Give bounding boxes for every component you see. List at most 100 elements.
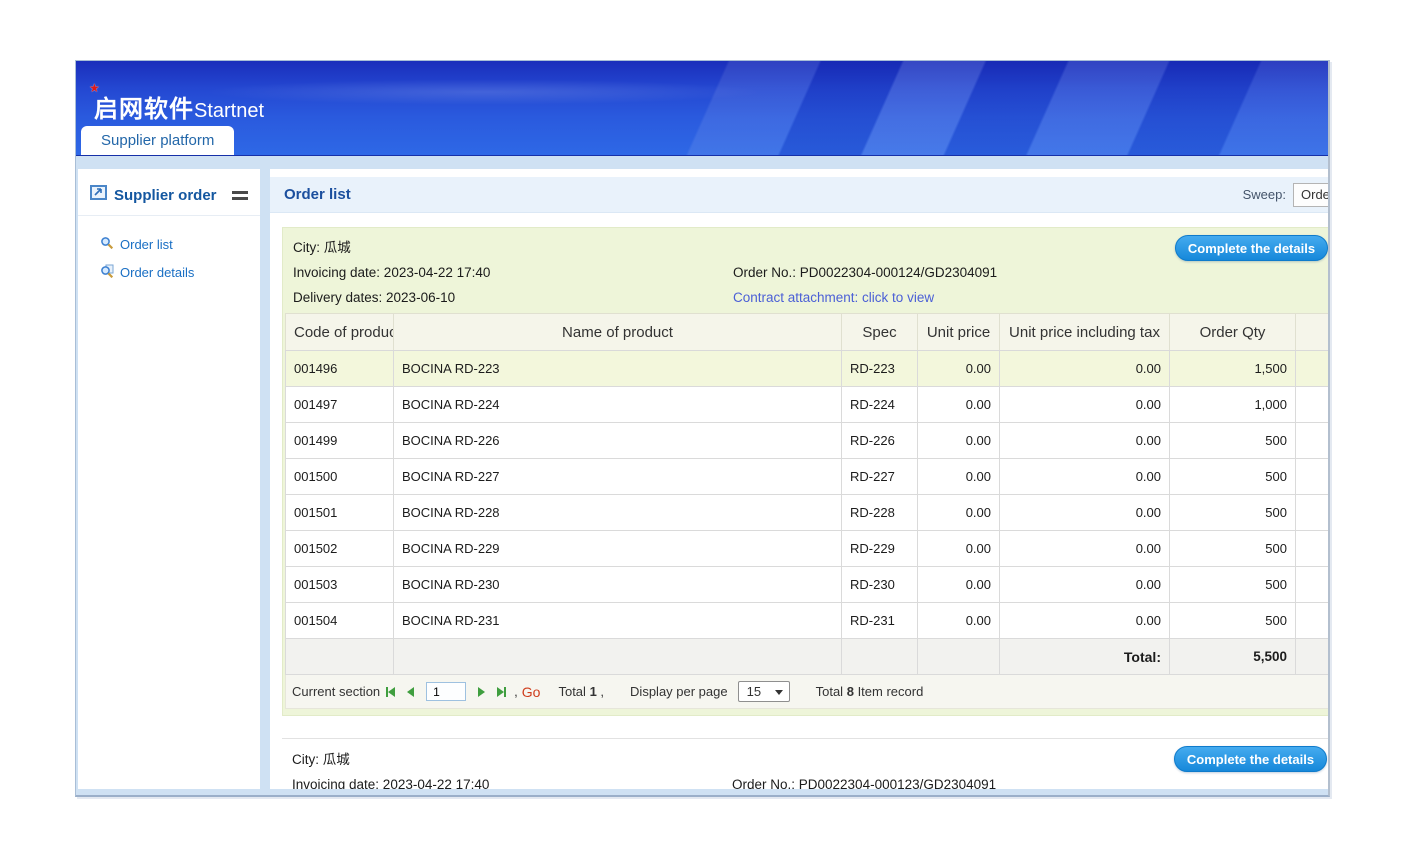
- main-panel: Order list Sweep: Orde City: 瓜城 Invoicin…: [270, 169, 1328, 789]
- cell-code: 001503: [286, 567, 394, 603]
- total-qty: 5,500: [1170, 639, 1296, 675]
- cell-spec: RD-228: [842, 495, 918, 531]
- cell-name: BOCINA RD-230: [394, 567, 842, 603]
- cell-extra: [1296, 351, 1329, 387]
- cell-spec: RD-226: [842, 423, 918, 459]
- menu-collapse-icon[interactable]: [232, 188, 248, 203]
- order-table-body: 001496 BOCINA RD-223 RD-223 0.00 0.00 1,…: [286, 351, 1329, 639]
- complete-details-button-1[interactable]: Complete the details: [1175, 235, 1328, 261]
- order-card-1: City: 瓜城 Invoicing date: 2023-04-22 17:4…: [282, 227, 1328, 716]
- next-page-icon[interactable]: [478, 687, 485, 697]
- order1-info: City: 瓜城 Invoicing date: 2023-04-22 17:4…: [283, 228, 1328, 313]
- logo-text-cn: 启网软件: [94, 96, 194, 123]
- order-card-2: City: 瓜城 Invoicing date: 2023-04-22 17:4…: [282, 738, 1328, 789]
- col-header-extra: [1296, 314, 1329, 351]
- table-row[interactable]: 001502 BOCINA RD-229 RD-229 0.00 0.00 50…: [286, 531, 1329, 567]
- first-page-icon[interactable]: [386, 687, 395, 697]
- magnifier-document-icon: [100, 264, 114, 281]
- cell-spec: RD-223: [842, 351, 918, 387]
- cell-unit-price: 0.00: [918, 387, 1000, 423]
- page-title: Order list: [284, 186, 351, 203]
- logo-text-en: Startnet: [194, 100, 264, 122]
- order2-info: City: 瓜城 Invoicing date: 2023-04-22 17:4…: [282, 739, 1328, 789]
- cell-unit-price: 0.00: [918, 531, 1000, 567]
- table-header-row: Code of produc Name of product Spec Unit…: [286, 314, 1329, 351]
- cell-name: BOCINA RD-223: [394, 351, 842, 387]
- table-row[interactable]: 001496 BOCINA RD-223 RD-223 0.00 0.00 1,…: [286, 351, 1329, 387]
- go-button[interactable]: Go: [522, 684, 541, 700]
- chevron-down-icon: [775, 690, 783, 695]
- cell-extra: [1296, 495, 1329, 531]
- table-row[interactable]: 001501 BOCINA RD-228 RD-228 0.00 0.00 50…: [286, 495, 1329, 531]
- total-label: Total:: [1000, 639, 1170, 675]
- cell-unit-price-tax: 0.00: [1000, 351, 1170, 387]
- cell-extra: [1296, 531, 1329, 567]
- app-header: ★启网软件Startnet Supplier platform: [76, 61, 1328, 156]
- order2-invoicing-date: Invoicing date: 2023-04-22 17:40: [292, 772, 732, 789]
- cell-code: 001500: [286, 459, 394, 495]
- table-row[interactable]: 001504 BOCINA RD-231 RD-231 0.00 0.00 50…: [286, 603, 1329, 639]
- last-page-icon[interactable]: [497, 687, 506, 697]
- cell-name: BOCINA RD-227: [394, 459, 842, 495]
- cell-unit-price-tax: 0.00: [1000, 423, 1170, 459]
- col-header-unit-price-tax: Unit price including tax: [1000, 314, 1170, 351]
- logo-star-icon: ★: [89, 81, 100, 95]
- cell-unit-price: 0.00: [918, 459, 1000, 495]
- cell-order-qty: 500: [1170, 423, 1296, 459]
- body-wrap: Supplier order Order list Order details: [76, 156, 1328, 797]
- col-header-code: Code of produc: [286, 314, 394, 351]
- cell-spec: RD-224: [842, 387, 918, 423]
- table-row[interactable]: 001497 BOCINA RD-224 RD-224 0.00 0.00 1,…: [286, 387, 1329, 423]
- col-header-name: Name of product: [394, 314, 842, 351]
- cell-unit-price: 0.00: [918, 351, 1000, 387]
- cell-name: BOCINA RD-228: [394, 495, 842, 531]
- cell-code: 001501: [286, 495, 394, 531]
- sweep-control: Sweep: Orde: [1243, 183, 1328, 207]
- page-title-bar: Order list Sweep: Orde: [270, 177, 1328, 213]
- tab-supplier-platform[interactable]: Supplier platform: [81, 126, 234, 155]
- sidebar-item-order-list[interactable]: Order list: [100, 230, 260, 258]
- cell-unit-price-tax: 0.00: [1000, 567, 1170, 603]
- sweep-label: Sweep:: [1243, 187, 1286, 202]
- table-row[interactable]: 001503 BOCINA RD-230 RD-230 0.00 0.00 50…: [286, 567, 1329, 603]
- magnifier-icon: [100, 236, 114, 253]
- table-row[interactable]: 001499 BOCINA RD-226 RD-226 0.00 0.00 50…: [286, 423, 1329, 459]
- supplier-order-icon: [90, 185, 107, 205]
- order-cards: City: 瓜城 Invoicing date: 2023-04-22 17:4…: [270, 213, 1328, 789]
- cell-name: BOCINA RD-226: [394, 423, 842, 459]
- header-facet-decoration: [452, 61, 1328, 155]
- cell-extra: [1296, 603, 1329, 639]
- page-size-select[interactable]: 15: [738, 681, 790, 702]
- header-sheen-decoration: [201, 79, 764, 105]
- cell-code: 001497: [286, 387, 394, 423]
- order1-contract-attachment-link[interactable]: Contract attachment: click to view: [733, 285, 934, 310]
- total-records-label: Total 8 Item record: [816, 684, 924, 699]
- sidebar: Supplier order Order list Order details: [78, 169, 260, 789]
- cell-extra: [1296, 567, 1329, 603]
- order-items-table: Code of produc Name of product Spec Unit…: [285, 313, 1328, 675]
- sidebar-item-order-details[interactable]: Order details: [100, 258, 260, 286]
- brand-logo: ★启网软件Startnet: [94, 89, 264, 124]
- cell-unit-price: 0.00: [918, 423, 1000, 459]
- page-number-input[interactable]: [426, 682, 466, 701]
- table-row[interactable]: 001500 BOCINA RD-227 RD-227 0.00 0.00 50…: [286, 459, 1329, 495]
- complete-details-button-2[interactable]: Complete the details: [1174, 746, 1327, 772]
- sweep-select[interactable]: Orde: [1293, 183, 1328, 207]
- cell-order-qty: 500: [1170, 567, 1296, 603]
- cell-code: 001502: [286, 531, 394, 567]
- cell-extra: [1296, 423, 1329, 459]
- order1-order-no: Order No.: PD0022304-000124/GD2304091: [733, 260, 997, 285]
- cell-extra: [1296, 459, 1329, 495]
- cell-order-qty: 500: [1170, 459, 1296, 495]
- display-per-page-label: Display per page: [630, 684, 728, 699]
- sidebar-items: Order list Order details: [78, 216, 260, 286]
- app-window: ★启网软件Startnet Supplier platform Supplier…: [75, 60, 1330, 797]
- cell-code: 001496: [286, 351, 394, 387]
- cell-unit-price: 0.00: [918, 603, 1000, 639]
- table-total-row: Total: 5,500: [286, 639, 1329, 675]
- sidebar-item-label: Order list: [120, 237, 173, 252]
- cell-order-qty: 1,000: [1170, 387, 1296, 423]
- order2-city: City: 瓜城: [292, 747, 732, 772]
- col-header-unit-price: Unit price: [918, 314, 1000, 351]
- prev-page-icon[interactable]: [407, 687, 414, 697]
